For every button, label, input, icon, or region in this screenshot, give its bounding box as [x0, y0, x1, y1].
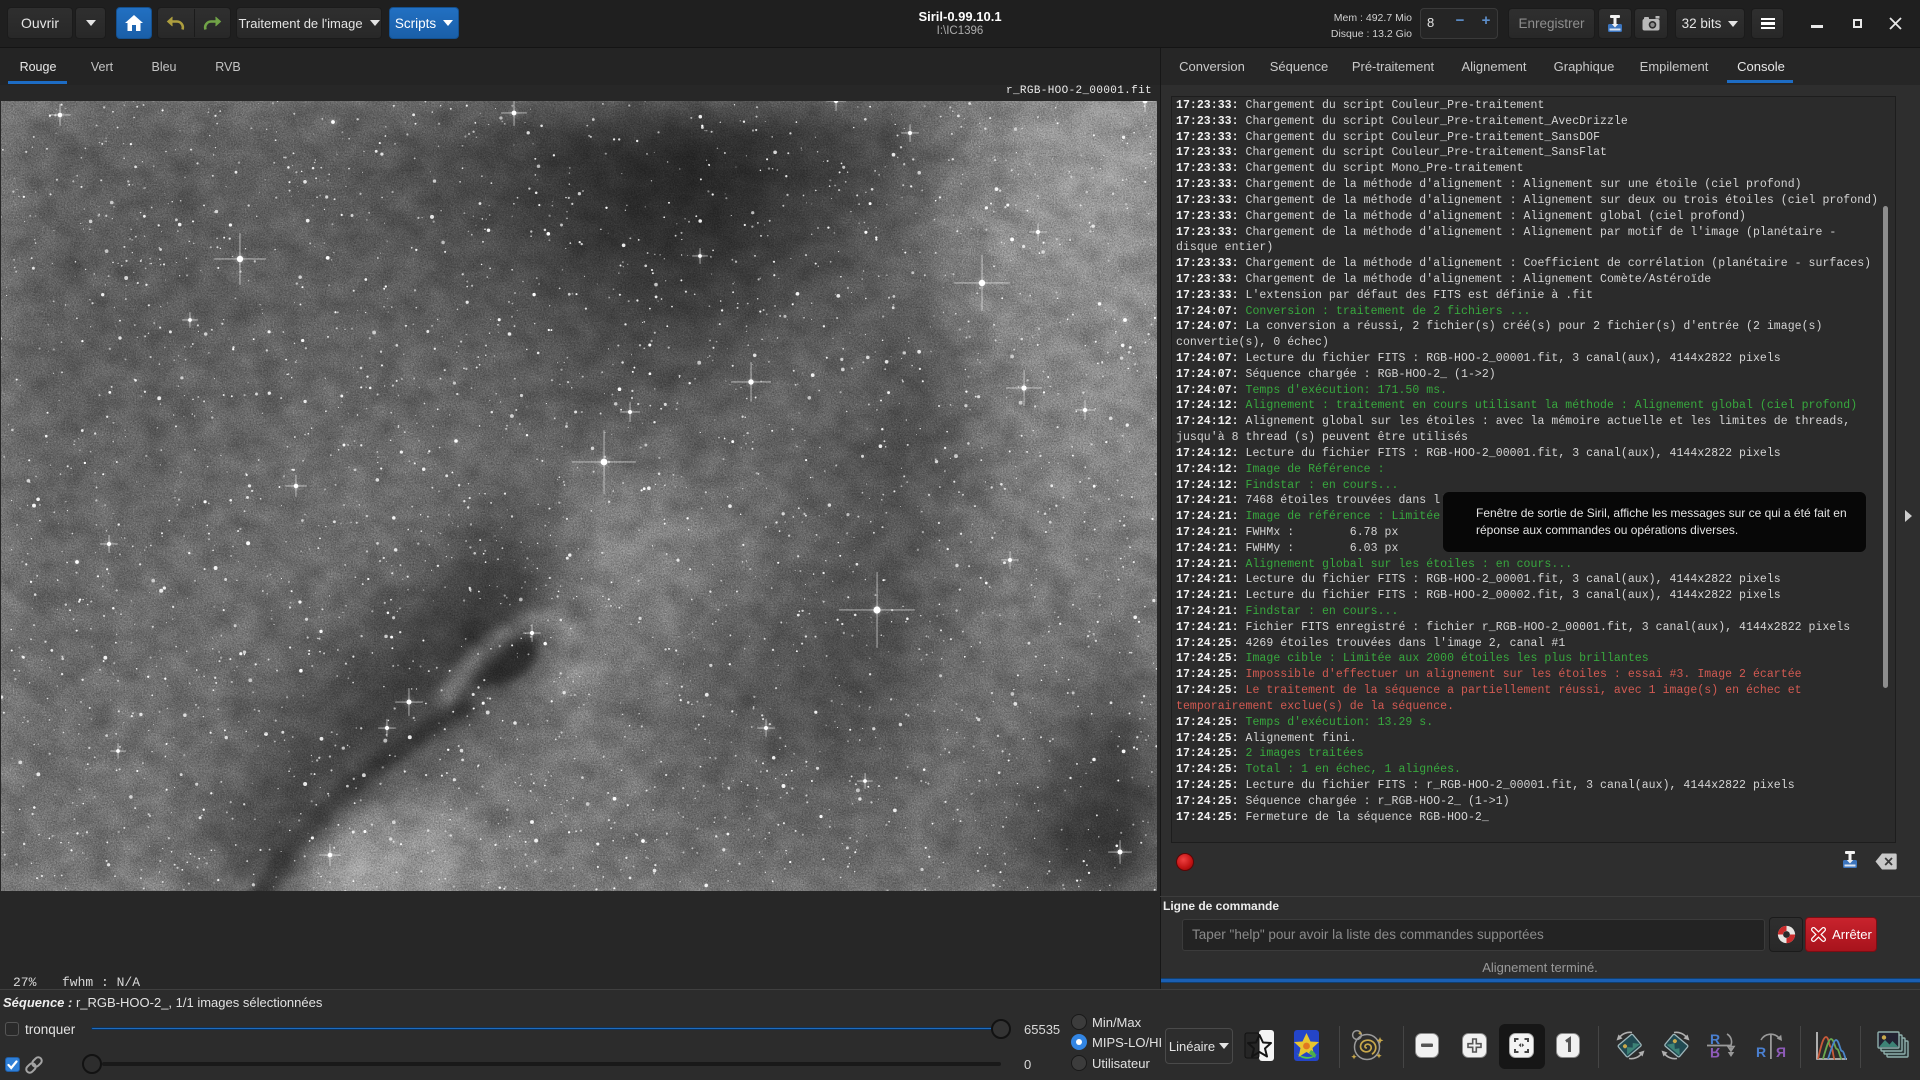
svg-text:R: R [1756, 1044, 1766, 1060]
svg-text:R: R [1776, 1044, 1786, 1060]
svg-text:R: R [1710, 1031, 1720, 1047]
svg-text:R: R [1710, 1045, 1720, 1060]
